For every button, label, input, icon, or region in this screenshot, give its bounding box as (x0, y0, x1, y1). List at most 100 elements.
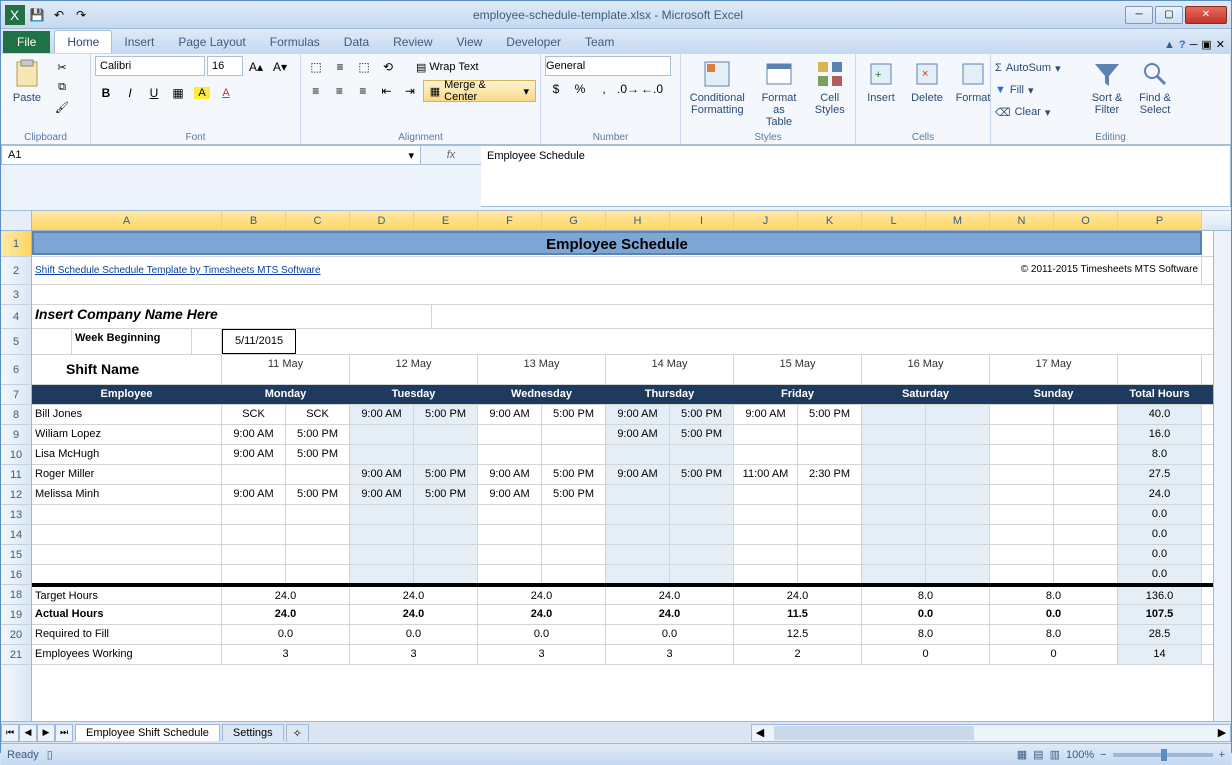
cell-3-2[interactable]: 9:00 AM (350, 465, 414, 484)
cell-2-8[interactable] (734, 445, 798, 464)
header-saturday[interactable]: Saturday (862, 385, 990, 404)
cell-6-3[interactable] (414, 525, 478, 544)
increase-decimal-icon[interactable]: .0→ (617, 78, 639, 100)
redo-icon[interactable]: ↷ (71, 5, 91, 25)
cell-3-9[interactable]: 2:30 PM (798, 465, 862, 484)
summary-1-1[interactable]: 24.0 (350, 605, 478, 624)
summary-1-3[interactable]: 24.0 (606, 605, 734, 624)
header-wednesday[interactable]: Wednesday (478, 385, 606, 404)
paste-button[interactable]: Paste (5, 56, 49, 106)
summary-2-1[interactable]: 0.0 (350, 625, 478, 644)
total-4[interactable]: 24.0 (1118, 485, 1202, 504)
cell-2-3[interactable] (414, 445, 478, 464)
cell-4-11[interactable] (926, 485, 990, 504)
cell-2-4[interactable] (478, 445, 542, 464)
cell-1-0[interactable]: 9:00 AM (222, 425, 286, 444)
fill-color-button[interactable]: A (191, 82, 213, 104)
underline-button[interactable]: U (143, 82, 165, 104)
week-beginning-date[interactable]: 5/11/2015 (222, 329, 296, 354)
cell-5-13[interactable] (1054, 505, 1118, 524)
name-box[interactable]: A1▾ (1, 145, 421, 165)
vertical-scrollbar[interactable] (1213, 231, 1231, 721)
cell-0-13[interactable] (1054, 405, 1118, 424)
header-monday[interactable]: Monday (222, 385, 350, 404)
format-painter-icon[interactable]: 🖌 (53, 98, 71, 116)
zoom-slider[interactable] (1113, 753, 1213, 757)
cell-6-8[interactable] (734, 525, 798, 544)
cell-8-9[interactable] (798, 565, 862, 583)
fx-icon[interactable]: fx (447, 149, 456, 161)
cell-8-5[interactable] (542, 565, 606, 583)
cell-6-12[interactable] (990, 525, 1054, 544)
excel-icon[interactable]: X (5, 5, 25, 25)
col-header-P[interactable]: P (1118, 211, 1202, 230)
week-beginning-label[interactable]: Week Beginning (72, 329, 192, 354)
cell-5-5[interactable] (542, 505, 606, 524)
cell-8-7[interactable] (670, 565, 734, 583)
view-page-layout-icon[interactable]: ▤ (1033, 748, 1043, 761)
cell-7-9[interactable] (798, 545, 862, 564)
undo-icon[interactable]: ↶ (49, 5, 69, 25)
cell-0-5[interactable]: 5:00 PM (542, 405, 606, 424)
cell-7-5[interactable] (542, 545, 606, 564)
header-friday[interactable]: Friday (734, 385, 862, 404)
cell-6-0[interactable] (222, 525, 286, 544)
total-2[interactable]: 8.0 (1118, 445, 1202, 464)
col-header-G[interactable]: G (542, 211, 606, 230)
cell-2-2[interactable] (350, 445, 414, 464)
doc-minimize-icon[interactable]: ─ (1190, 39, 1198, 51)
col-header-F[interactable]: F (478, 211, 542, 230)
cell-1-1[interactable]: 5:00 PM (286, 425, 350, 444)
row-header-3[interactable]: 3 (1, 285, 31, 305)
summary-3-2[interactable]: 3 (478, 645, 606, 664)
col-header-L[interactable]: L (862, 211, 926, 230)
cell-3-0[interactable] (222, 465, 286, 484)
worksheet[interactable]: 1234567891011121314151618192021 Employee… (1, 231, 1231, 721)
font-color-button[interactable]: A (215, 82, 237, 104)
row-header-20[interactable]: 20 (1, 625, 31, 645)
tab-page-layout[interactable]: Page Layout (166, 31, 257, 53)
cell-5-11[interactable] (926, 505, 990, 524)
summary-2-0[interactable]: 0.0 (222, 625, 350, 644)
doc-close-icon[interactable]: ✕ (1216, 38, 1225, 51)
cell-6-10[interactable] (862, 525, 926, 544)
row-header-16[interactable]: 16 (1, 565, 31, 585)
summary-total-3[interactable]: 14 (1118, 645, 1202, 664)
summary-3-0[interactable]: 3 (222, 645, 350, 664)
row-header-9[interactable]: 9 (1, 425, 31, 445)
total-6[interactable]: 0.0 (1118, 525, 1202, 544)
cell-4-2[interactable]: 9:00 AM (350, 485, 414, 504)
row-header-15[interactable]: 15 (1, 545, 31, 565)
cell-0-9[interactable]: 5:00 PM (798, 405, 862, 424)
cell-3-8[interactable]: 11:00 AM (734, 465, 798, 484)
cell-3-3[interactable]: 5:00 PM (414, 465, 478, 484)
formula-input[interactable]: Employee Schedule (481, 145, 1231, 207)
cell-8-10[interactable] (862, 565, 926, 583)
total-3[interactable]: 27.5 (1118, 465, 1202, 484)
cell-8-4[interactable] (478, 565, 542, 583)
date-1[interactable]: 12 May (350, 355, 478, 384)
merge-center-button[interactable]: ▦Merge & Center▾ (423, 80, 536, 102)
col-header-K[interactable]: K (798, 211, 862, 230)
summary-1-6[interactable]: 0.0 (990, 605, 1118, 624)
cell-0-1[interactable]: SCK (286, 405, 350, 424)
cell-6-13[interactable] (1054, 525, 1118, 544)
summary-3-5[interactable]: 0 (862, 645, 990, 664)
cell-4-12[interactable] (990, 485, 1054, 504)
zoom-in-icon[interactable]: + (1219, 749, 1225, 761)
cell-0-6[interactable]: 9:00 AM (606, 405, 670, 424)
cell-6-2[interactable] (350, 525, 414, 544)
header-total[interactable]: Total Hours (1118, 385, 1202, 404)
cell-0-8[interactable]: 9:00 AM (734, 405, 798, 424)
summary-0-2[interactable]: 24.0 (478, 587, 606, 604)
col-header-N[interactable]: N (990, 211, 1054, 230)
tab-insert[interactable]: Insert (112, 31, 166, 53)
decrease-decimal-icon[interactable]: ←.0 (641, 78, 663, 100)
cell-4-9[interactable] (798, 485, 862, 504)
employee-name-0[interactable]: Bill Jones (32, 405, 222, 424)
increase-font-icon[interactable]: A▴ (245, 56, 267, 78)
row-header-10[interactable]: 10 (1, 445, 31, 465)
cell-7-13[interactable] (1054, 545, 1118, 564)
cell-2-6[interactable] (606, 445, 670, 464)
cell-8-8[interactable] (734, 565, 798, 583)
